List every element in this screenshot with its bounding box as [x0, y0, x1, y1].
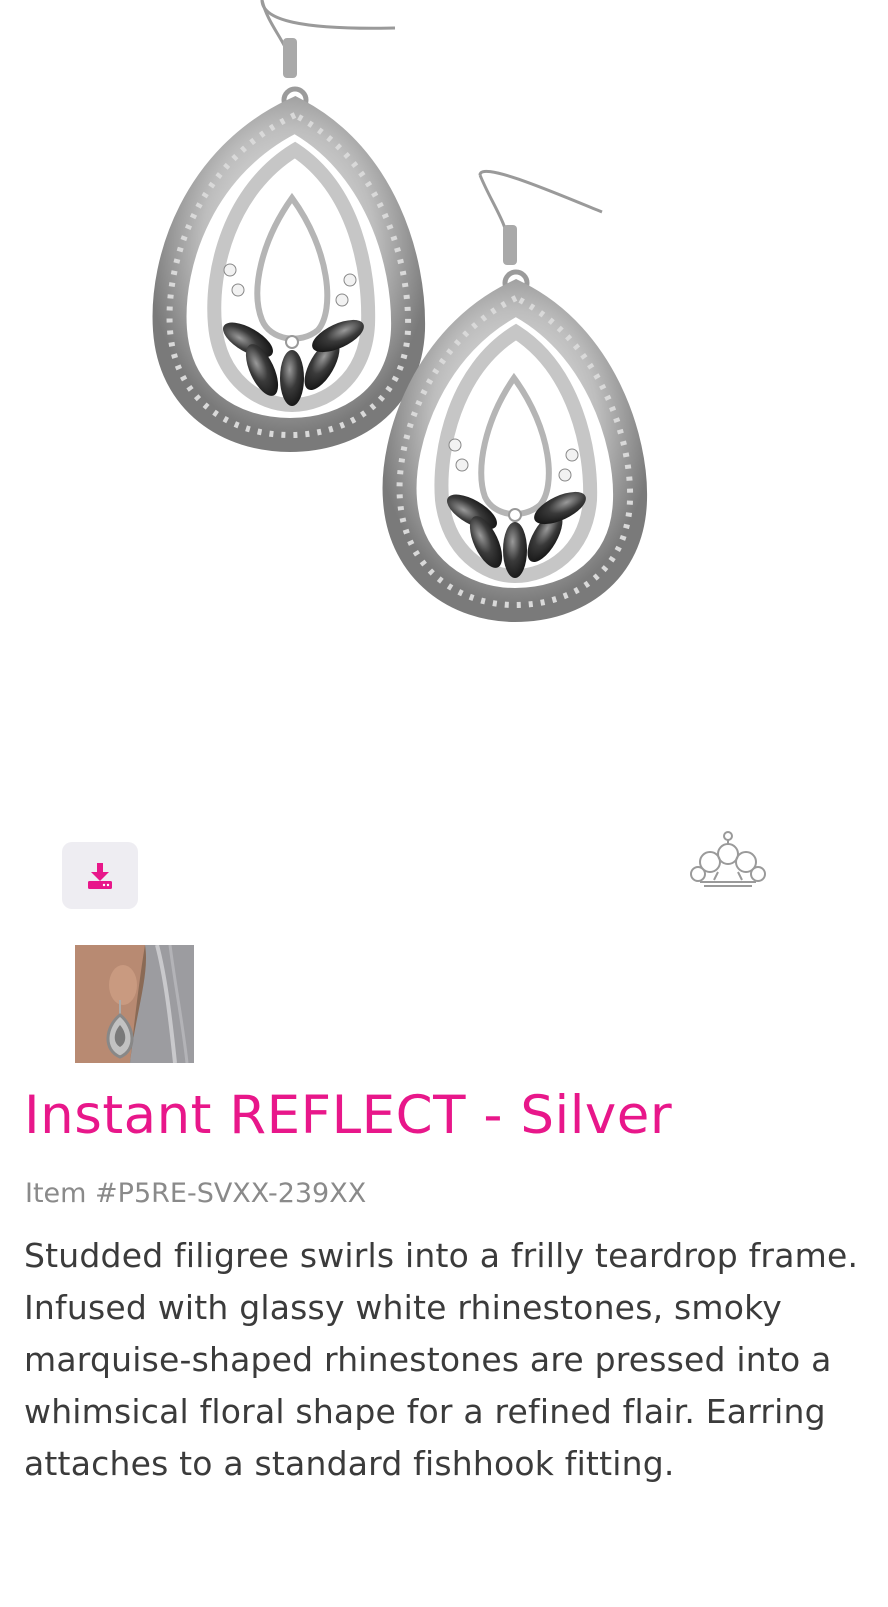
- model-wearing-earring-thumbnail[interactable]: [75, 945, 194, 1063]
- product-hero-image: [0, 0, 888, 760]
- item-number: Item #P5RE-SVXX-239XX: [25, 1178, 367, 1209]
- product-description: Studded filigree swirls into a frilly te…: [24, 1236, 859, 1483]
- left-earring: [152, 0, 426, 453]
- paparazzi-crown-logo: [690, 830, 766, 890]
- download-button[interactable]: [62, 842, 138, 909]
- right-earring: [382, 169, 648, 623]
- download-icon: [85, 861, 115, 891]
- product-title: Instant REFLECT - Silver: [24, 1085, 673, 1146]
